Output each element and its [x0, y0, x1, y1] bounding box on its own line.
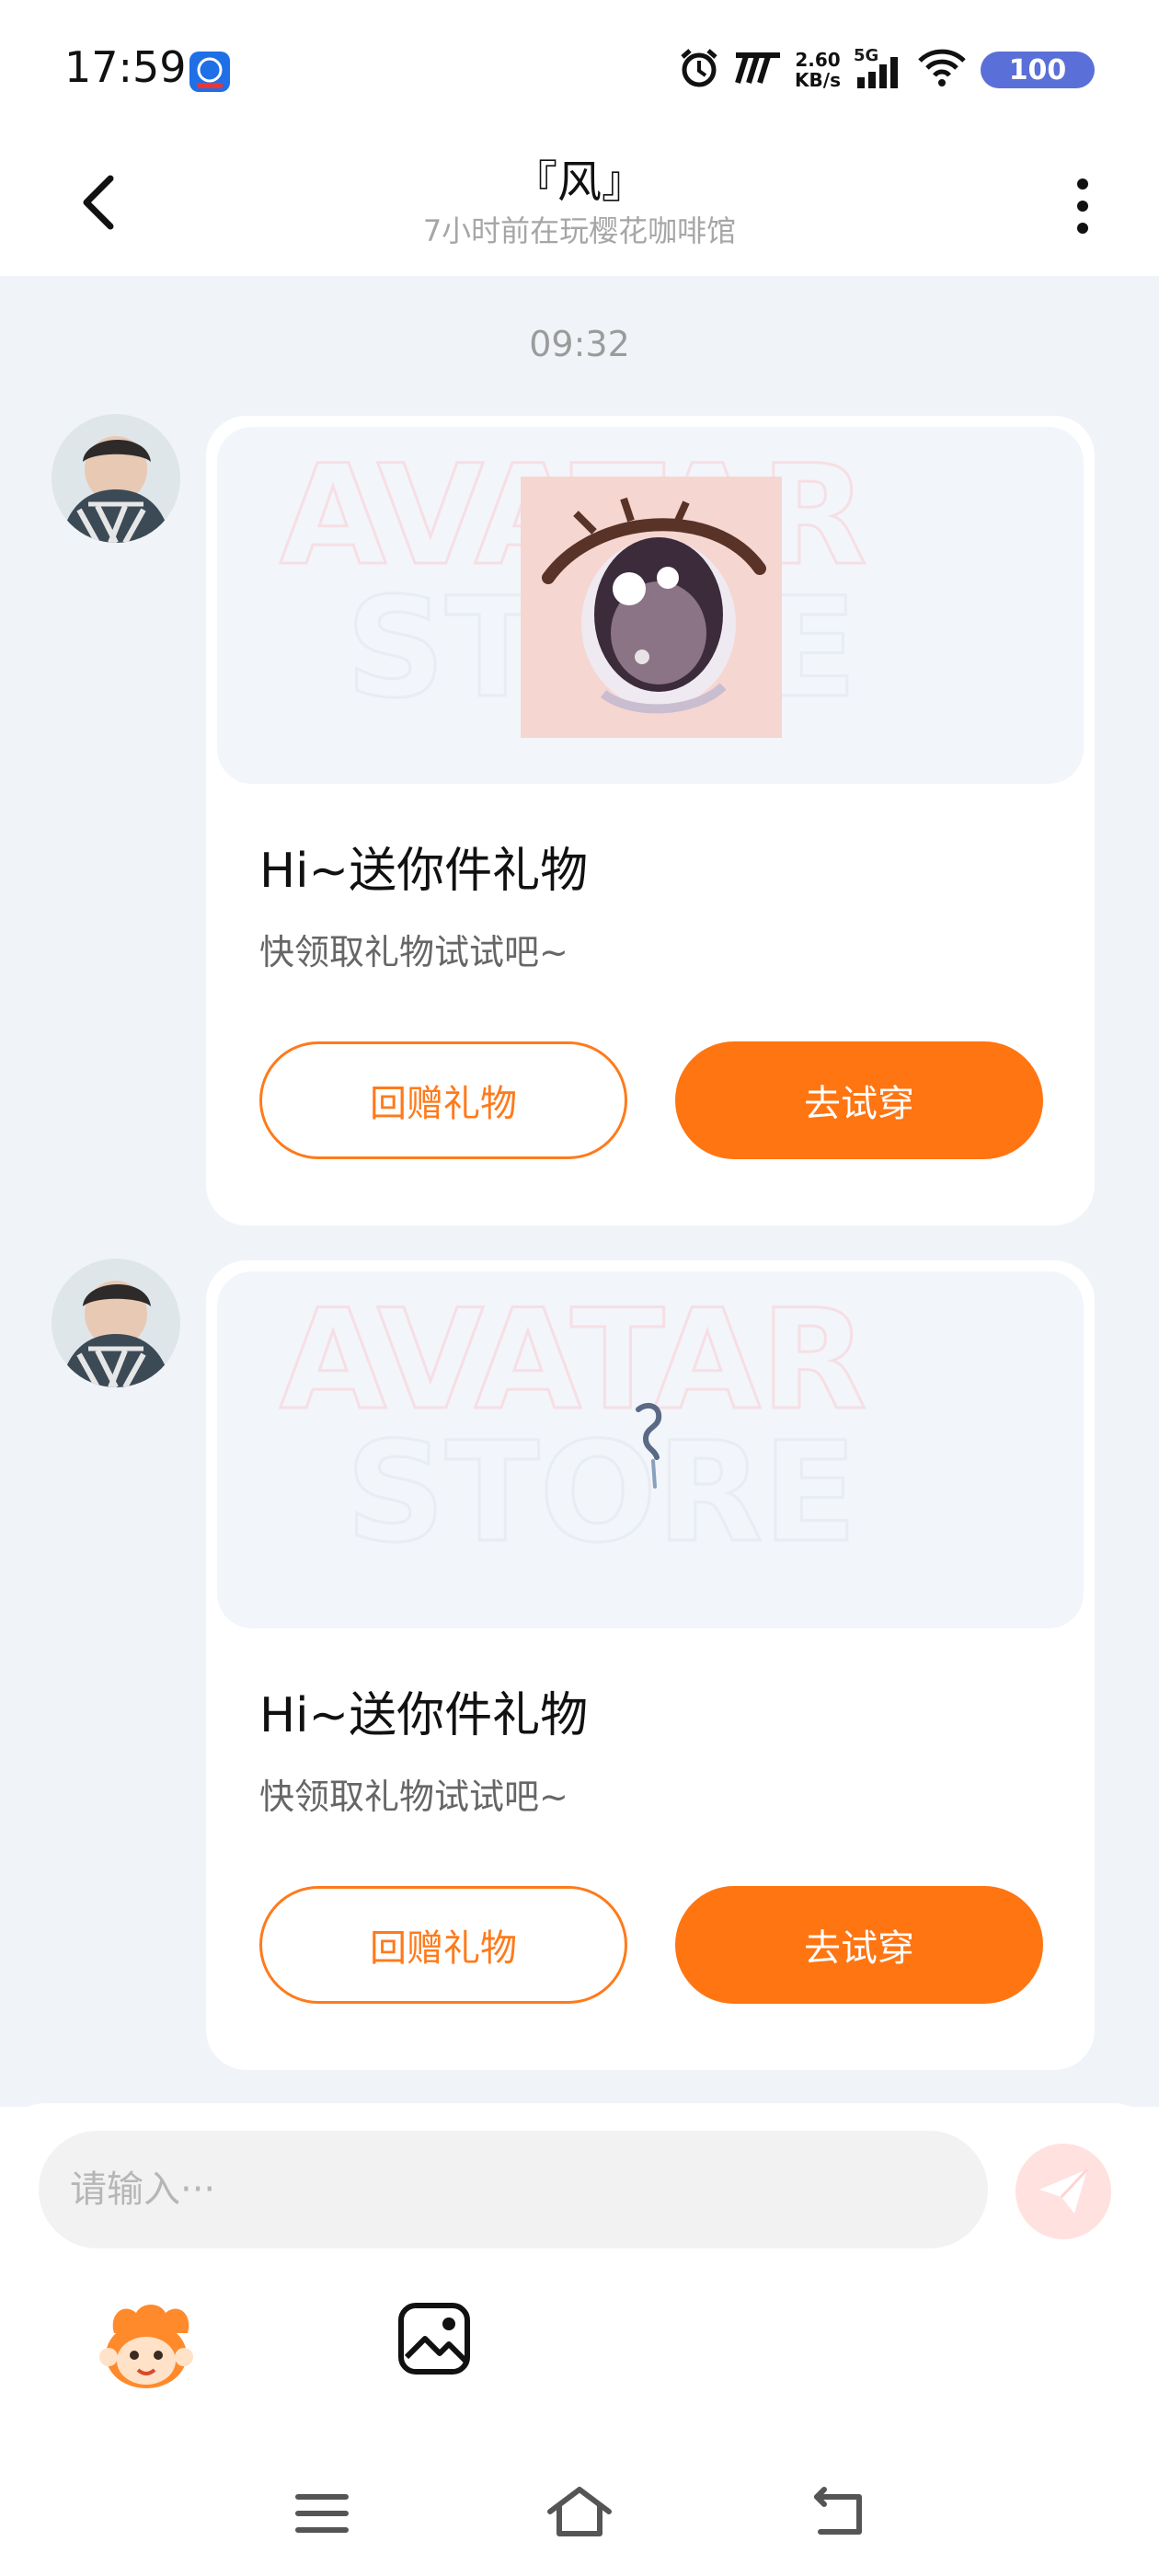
gift-item-eye-image: [521, 477, 782, 738]
sticker-icon: [99, 2305, 193, 2388]
battery-indicator: 100: [981, 52, 1095, 88]
message-input[interactable]: [39, 2131, 988, 2248]
image-icon: [398, 2303, 470, 2375]
gift-preview[interactable]: AVATAR STORE: [217, 1271, 1084, 1628]
menu-icon: [295, 2494, 349, 2533]
contact-activity-status: 7小时前在玩樱花咖啡馆: [422, 213, 737, 248]
alarm-icon: [677, 46, 721, 94]
more-options-button[interactable]: [1060, 169, 1106, 243]
image-picker-button[interactable]: [396, 2300, 473, 2377]
wifi-icon: [916, 48, 968, 92]
nfc-icon: [734, 50, 782, 90]
app-notification-icon: [189, 52, 230, 92]
nav-menu-button[interactable]: [285, 2477, 359, 2550]
return-gift-button[interactable]: 回赠礼物: [259, 1041, 627, 1159]
sender-avatar[interactable]: [52, 1259, 180, 1387]
chat-contact-name: 『风』: [512, 156, 646, 208]
try-on-button[interactable]: 去试穿: [675, 1041, 1043, 1159]
try-on-button[interactable]: 去试穿: [675, 1886, 1043, 2004]
watermark-store: STORE: [346, 1413, 857, 1573]
net-speed: 2.60 KB/s: [795, 50, 841, 90]
avatar-photo: [52, 1259, 180, 1387]
return-gift-button[interactable]: 回赠礼物: [259, 1886, 627, 2004]
gift-message-card[interactable]: AVATAR STORE Hi~送你件礼物 快领取礼物试试吧~ 回赠礼物 去试穿: [206, 416, 1095, 1225]
gift-item-tear-image: [636, 1402, 662, 1489]
net-speed-value: 2.60: [795, 49, 841, 71]
system-nav-bar: [0, 2447, 1159, 2576]
gift-subtitle: 快领取礼物试试吧~: [259, 1777, 568, 1817]
home-icon: [547, 2487, 612, 2536]
more-vertical-icon: [1077, 178, 1088, 234]
nav-home-button[interactable]: [543, 2477, 616, 2550]
message-timestamp: 09:32: [529, 324, 630, 364]
net-speed-unit: KB/s: [795, 69, 841, 91]
gift-subtitle: 快领取礼物试试吧~: [259, 932, 568, 972]
gift-title: Hi~送你件礼物: [259, 1688, 589, 1743]
send-button[interactable]: [1016, 2144, 1111, 2239]
avatar-photo: [52, 414, 180, 543]
status-time: 17:59: [64, 42, 187, 92]
sender-avatar[interactable]: [52, 414, 180, 543]
gift-preview[interactable]: AVATAR STORE: [217, 427, 1084, 784]
gift-title: Hi~送你件礼物: [259, 844, 589, 899]
back-icon: [814, 2487, 862, 2535]
status-bar: 17:59 2.60 KB/s 5G 100: [0, 0, 1159, 138]
gift-message-card[interactable]: AVATAR STORE Hi~送你件礼物 快领取礼物试试吧~ 回赠礼物 去试穿: [206, 1260, 1095, 2070]
sticker-button[interactable]: [96, 2296, 197, 2398]
chat-header: 『风』 7小时前在玩樱花咖啡馆: [0, 138, 1159, 276]
cell-signal-icon: 5G: [854, 46, 903, 90]
nav-back-button[interactable]: [800, 2477, 874, 2550]
chat-message-list[interactable]: 09:32 AVATAR STORE: [0, 276, 1159, 2107]
send-icon: [1039, 2168, 1089, 2214]
